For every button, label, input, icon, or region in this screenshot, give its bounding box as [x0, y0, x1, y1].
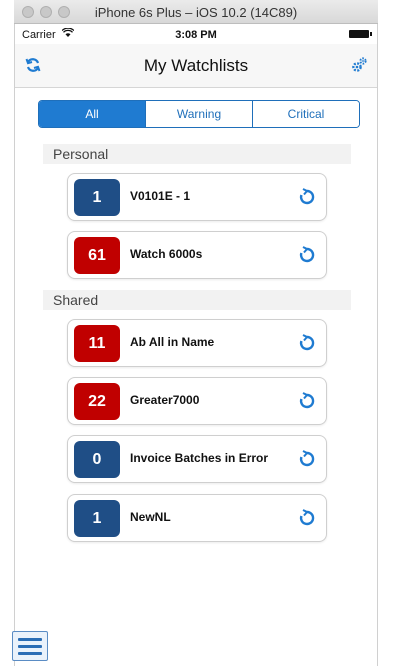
watchlist-name: Invoice Batches in Error: [130, 451, 269, 465]
watchlist-item[interactable]: 0 Invoice Batches in Error: [67, 435, 327, 483]
settings-button[interactable]: [347, 53, 371, 77]
refresh-icon[interactable]: [298, 450, 316, 468]
watchlist-name: V0101E - 1: [130, 189, 191, 203]
refresh-icon[interactable]: [298, 392, 316, 410]
menu-icon-bar: [18, 651, 42, 655]
filter-all-tab[interactable]: All: [39, 101, 146, 127]
window-title: iPhone 6s Plus – iOS 10.2 (14C89): [94, 5, 298, 20]
watchlist-name: NewNL: [130, 510, 171, 524]
watchlist-item[interactable]: 61 Watch 6000s: [67, 231, 327, 279]
watchlist-name: Ab All in Name: [130, 335, 215, 349]
watchlist-item[interactable]: 1 V0101E - 1: [67, 173, 327, 221]
page-title: My Watchlists: [143, 56, 249, 75]
status-bar: Carrier 3:08 PM: [15, 24, 377, 44]
count-badge: 1: [74, 179, 120, 216]
watchlist-item[interactable]: 11 Ab All in Name: [67, 319, 327, 367]
count-badge: 22: [74, 383, 120, 420]
filter-warning-tab[interactable]: Warning: [146, 101, 253, 127]
refresh-icon[interactable]: [298, 246, 316, 264]
battery-icon: [349, 30, 372, 38]
count-badge: 1: [74, 500, 120, 537]
refresh-icon[interactable]: [298, 188, 316, 206]
filter-segmented-control: All Warning Critical: [38, 100, 360, 128]
watchlist-item[interactable]: 1 NewNL: [67, 494, 327, 542]
status-time: 3:08 PM: [175, 29, 217, 41]
hamburger-menu-button[interactable]: [12, 631, 48, 661]
watchlist-name: Watch 6000s: [130, 247, 203, 261]
watchlist-name: Greater7000: [130, 393, 200, 407]
refresh-icon[interactable]: [298, 509, 316, 527]
count-badge: 11: [74, 325, 120, 362]
menu-icon-bar: [18, 637, 42, 641]
section-header-personal: Personal: [43, 144, 351, 164]
menu-icon-bar: [18, 644, 42, 648]
device-screen: Carrier 3:08 PM My Watchlists All Warnin…: [14, 24, 378, 666]
watchlist-item[interactable]: 22 Greater7000: [67, 377, 327, 425]
refresh-icon[interactable]: [298, 334, 316, 352]
filter-critical-tab[interactable]: Critical: [253, 101, 359, 127]
section-header-shared: Shared: [43, 290, 351, 310]
navigation-bar: My Watchlists: [15, 44, 377, 88]
count-badge: 61: [74, 237, 120, 274]
count-badge: 0: [74, 441, 120, 478]
simulator-title-bar: iPhone 6s Plus – iOS 10.2 (14C89): [14, 0, 378, 24]
gears-icon: [352, 57, 367, 72]
